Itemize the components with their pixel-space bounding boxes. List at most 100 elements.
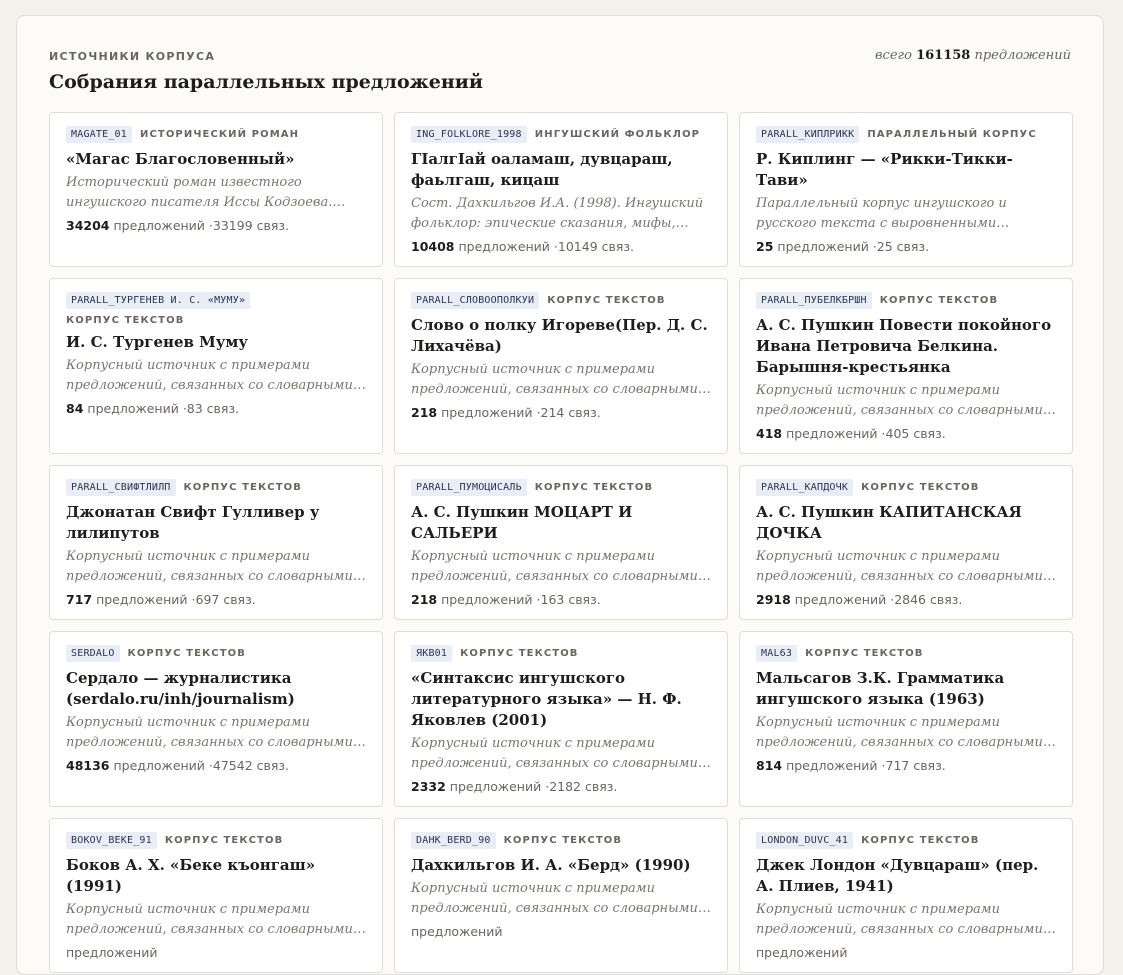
source-description: Сост. Дахкильгов И.А. (1998). Ингушский … xyxy=(411,196,704,231)
source-code-badge: DAHK_BERD_90 xyxy=(411,832,496,849)
sentences-label: предложений xyxy=(441,405,533,420)
source-title[interactable]: А. С. Пушкин Повести покойного Ивана Пет… xyxy=(756,315,1056,378)
source-category: ИСТОРИЧЕСКИЙ РОМАН xyxy=(140,129,300,140)
sentences-label: предложений xyxy=(786,758,878,773)
sentence-count: 814 xyxy=(756,758,783,773)
source-description: Исторический роман известного ингушского… xyxy=(66,175,333,210)
source-category: КОРПУС ТЕКСТОВ xyxy=(805,648,924,659)
source-title[interactable]: И. С. Тургенев Муму xyxy=(66,332,366,353)
source-stats: 84 предложений ·83 связ. xyxy=(66,401,366,416)
sentence-count: 48136 xyxy=(66,758,110,773)
source-card-2[interactable]: ING_FOLKLORE_1998 ИНГУШСКИЙ ФОЛЬКЛОР ГIа… xyxy=(394,112,728,267)
sentences-label: предложений xyxy=(449,779,542,794)
source-description: Корпусный источник с примерами предложен… xyxy=(411,549,698,584)
links-count: ·47542 связ. xyxy=(208,758,290,773)
source-stats: 814 предложений ·717 связ. xyxy=(756,758,1056,773)
links-count: ·25 связ. xyxy=(872,239,930,254)
source-description: Корпусный источник с примерами предложен… xyxy=(756,383,1043,418)
source-card-1[interactable]: MAGATE_01 ИСТОРИЧЕСКИЙ РОМАН «Магас Благ… xyxy=(49,112,383,267)
card-tags: PARALL_ТУРГЕНЕВ И. С. «МУМУ» КОРПУС ТЕКС… xyxy=(66,292,366,326)
source-card-4[interactable]: PARALL_ТУРГЕНЕВ И. С. «МУМУ» КОРПУС ТЕКС… xyxy=(49,278,383,454)
links-count: ·83 связ. xyxy=(182,401,240,416)
source-card-3[interactable]: PARALL_КИПЛРИКК ПАРАЛЛЕЛЬНЫЙ КОРПУС Р. К… xyxy=(739,112,1073,267)
source-title[interactable]: Джонатан Свифт Гулливер у лилипутов xyxy=(66,502,366,544)
source-title[interactable]: Сердало — журналистика (serdalo.ru/inh/j… xyxy=(66,668,366,710)
source-card-15[interactable]: LONDON_DUVC_41 КОРПУС ТЕКСТОВ Джек Лондо… xyxy=(739,818,1073,973)
source-code-badge: LONDON_DUVC_41 xyxy=(756,832,854,849)
sentence-count: 2918 xyxy=(756,592,791,607)
sentences-label: предложений xyxy=(96,592,188,607)
source-code-badge: PARALL_ПУБЕЛКБРШН xyxy=(756,292,872,309)
card-tags: LONDON_DUVC_41 КОРПУС ТЕКСТОВ xyxy=(756,832,1056,849)
source-title[interactable]: Слово о полку Игореве(Пер. Д. С. Лихачёв… xyxy=(411,315,711,357)
source-title[interactable]: Джек Лондон «Дувцараш» (пер. А. Плиев, 1… xyxy=(756,855,1056,897)
links-count: ·405 связ. xyxy=(881,426,946,441)
source-card-14[interactable]: DAHK_BERD_90 КОРПУС ТЕКСТОВ Дахкильгов И… xyxy=(394,818,728,973)
card-tags: PARALL_СВИФТЛИЛП КОРПУС ТЕКСТОВ xyxy=(66,479,366,496)
sentences-label: предложений xyxy=(794,592,887,607)
sentences-label: предложений xyxy=(786,426,878,441)
source-card-13[interactable]: BOKOV_BEKE_91 КОРПУС ТЕКСТОВ Боков А. Х.… xyxy=(49,818,383,973)
source-stats: 218 предложений ·163 связ. xyxy=(411,592,711,607)
total-count: 161158 xyxy=(916,48,971,63)
source-category: КОРПУС ТЕКСТОВ xyxy=(127,648,246,659)
source-title[interactable]: Мальсагов З.К. Грамматика ингушского язы… xyxy=(756,668,1056,710)
sentences-label: предложений xyxy=(113,218,205,233)
source-description: Корпусный источник с примерами предложен… xyxy=(756,902,1043,937)
source-title[interactable]: «Синтаксис ингушского литературного язык… xyxy=(411,668,711,731)
source-card-8[interactable]: PARALL_ПУМОЦИСАЛЬ КОРПУС ТЕКСТОВ А. С. П… xyxy=(394,465,728,620)
section-kicker: ИСТОЧНИКИ КОРПУСА xyxy=(49,50,216,63)
source-card-5[interactable]: PARALL_СЛОВООПОЛКУИ КОРПУС ТЕКСТОВ Слово… xyxy=(394,278,728,454)
source-category: КОРПУС ТЕКСТОВ xyxy=(460,648,579,659)
source-card-6[interactable]: PARALL_ПУБЕЛКБРШН КОРПУС ТЕКСТОВ А. С. П… xyxy=(739,278,1073,454)
source-category: КОРПУС ТЕКСТОВ xyxy=(861,835,980,846)
sentence-count: 84 xyxy=(66,401,84,416)
source-category: КОРПУС ТЕКСТОВ xyxy=(66,315,185,326)
source-card-10[interactable]: SERDALO КОРПУС ТЕКСТОВ Сердало — журнали… xyxy=(49,631,383,807)
sentences-label: предложений xyxy=(777,239,869,254)
source-description: Корпусный источник с примерами предложен… xyxy=(66,715,353,750)
source-description: Корпусный источник с примерами предложен… xyxy=(411,362,698,397)
source-description: Корпусный источник с примерами предложен… xyxy=(411,881,698,916)
source-code-badge: PARALL_КАПДОЧК xyxy=(756,479,854,496)
links-count: ·163 связ. xyxy=(536,592,601,607)
source-card-11[interactable]: ЯКВ01 КОРПУС ТЕКСТОВ «Синтаксис ингушско… xyxy=(394,631,728,807)
source-code-badge: PARALL_ПУМОЦИСАЛЬ xyxy=(411,479,527,496)
source-category: ПАРАЛЛЕЛЬНЫЙ КОРПУС xyxy=(867,129,1037,140)
source-code-badge: MAL63 xyxy=(756,645,798,662)
source-category: КОРПУС ТЕКСТОВ xyxy=(503,835,623,846)
source-description: Корпусный источник с примерами предложен… xyxy=(66,549,353,584)
source-title[interactable]: Р. Киплинг — «Рикки-Тикки-Тави» xyxy=(756,149,1056,191)
sentence-count: 418 xyxy=(756,426,783,441)
source-stats: предложений xyxy=(66,945,366,960)
source-title[interactable]: А. С. Пушкин КАПИТАНСКАЯ ДОЧКА xyxy=(756,502,1056,544)
source-title[interactable]: Боков А. Х. «Беке къонгаш» (1991) xyxy=(66,855,366,897)
source-description: Корпусный источник с примерами предложен… xyxy=(756,549,1043,584)
source-description: Корпусный источник с примерами предложен… xyxy=(411,736,698,771)
source-title[interactable]: А. С. Пушкин МОЦАРТ И САЛЬЕРИ xyxy=(411,502,711,544)
links-count: ·10149 связ. xyxy=(553,239,635,254)
source-stats: 2918 предложений ·2846 связ. xyxy=(756,592,1056,607)
source-stats: 10408 предложений ·10149 связ. xyxy=(411,239,711,254)
links-count: ·2846 связ. xyxy=(890,592,963,607)
source-title[interactable]: ГIалгIай оаламаш, дувцараш, фаьлгаш, киц… xyxy=(411,149,711,191)
source-category: КОРПУС ТЕКСТОВ xyxy=(861,482,980,493)
sentence-count: 10408 xyxy=(411,239,455,254)
source-code-badge: MAGATE_01 xyxy=(66,126,132,143)
sentences-label: предложений xyxy=(458,239,550,254)
source-title[interactable]: «Магас Благословенный» xyxy=(66,149,366,170)
source-card-7[interactable]: PARALL_СВИФТЛИЛП КОРПУС ТЕКСТОВ Джонатан… xyxy=(49,465,383,620)
links-count: ·697 связ. xyxy=(191,592,256,607)
card-tags: PARALL_ПУМОЦИСАЛЬ КОРПУС ТЕКСТОВ xyxy=(411,479,711,496)
source-stats: 48136 предложений ·47542 связ. xyxy=(66,758,366,773)
source-card-9[interactable]: PARALL_КАПДОЧК КОРПУС ТЕКСТОВ А. С. Пушк… xyxy=(739,465,1073,620)
source-stats: 34204 предложений ·33199 связ. xyxy=(66,218,366,233)
source-code-badge: PARALL_ТУРГЕНЕВ И. С. «МУМУ» xyxy=(66,292,251,309)
source-card-12[interactable]: MAL63 КОРПУС ТЕКСТОВ Мальсагов З.К. Грам… xyxy=(739,631,1073,807)
source-stats: 418 предложений ·405 связ. xyxy=(756,426,1056,441)
sentences-label: предложений xyxy=(441,592,533,607)
source-code-badge: PARALL_СЛОВООПОЛКУИ xyxy=(411,292,540,309)
card-tags: PARALL_КИПЛРИКК ПАРАЛЛЕЛЬНЫЙ КОРПУС xyxy=(756,126,1056,143)
source-title[interactable]: Дахкильгов И. А. «Берд» (1990) xyxy=(411,855,711,876)
sentence-count: 218 xyxy=(411,405,438,420)
